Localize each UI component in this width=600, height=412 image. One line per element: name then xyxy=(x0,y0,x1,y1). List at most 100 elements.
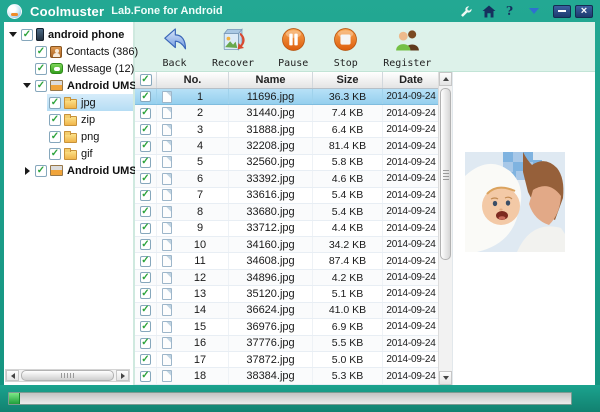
sidebar-item-jpg[interactable]: ✓jpg xyxy=(4,94,133,111)
tree-checkbox[interactable]: ✓ xyxy=(35,80,47,92)
vscroll-thumb[interactable] xyxy=(440,88,451,260)
row-checkbox[interactable]: ✓ xyxy=(140,190,151,201)
scroll-left-button[interactable] xyxy=(6,370,19,381)
row-checkbox[interactable]: ✓ xyxy=(140,288,151,299)
row-checkbox[interactable]: ✓ xyxy=(140,305,151,316)
tree-checkbox[interactable]: ✓ xyxy=(21,29,33,41)
tree-checkbox[interactable]: ✓ xyxy=(49,97,61,109)
sidebar-item-android-phone[interactable]: ✓android phone xyxy=(4,26,133,43)
table-row[interactable]: ✓833680.jpg5.4 KB2014-09-24 xyxy=(135,204,438,220)
table-row[interactable]: ✓1034160.jpg34.2 KB2014-09-24 xyxy=(135,237,438,253)
preview-panel xyxy=(453,72,595,385)
chevron-down-icon[interactable] xyxy=(7,32,19,37)
row-checkbox[interactable]: ✓ xyxy=(140,223,151,234)
table-row[interactable]: ✓633392.jpg4.6 KB2014-09-24 xyxy=(135,171,438,187)
table-row[interactable]: ✓432208.jpg81.4 KB2014-09-24 xyxy=(135,138,438,154)
tree-checkbox[interactable]: ✓ xyxy=(49,131,61,143)
sidebar-item-message-12[interactable]: ✓Message (12) xyxy=(4,60,133,77)
table-row[interactable]: ✓231440.jpg7.4 KB2014-09-24 xyxy=(135,105,438,121)
folder-icon xyxy=(64,116,77,126)
app-window: Coolmuster Lab.Fone for Android ? × ✓and… xyxy=(0,0,600,412)
sidebar-item-zip[interactable]: ✓zip xyxy=(4,111,133,128)
row-checkbox[interactable]: ✓ xyxy=(140,124,151,135)
cell-no: 12 xyxy=(157,270,229,285)
table-row[interactable]: ✓111696.jpg36.3 KB2014-09-24 xyxy=(135,89,438,105)
scroll-right-button[interactable] xyxy=(116,370,129,381)
scroll-down-button[interactable] xyxy=(439,371,452,385)
scroll-up-button[interactable] xyxy=(439,72,452,86)
dropdown-icon[interactable] xyxy=(529,8,539,14)
help-icon[interactable]: ? xyxy=(506,4,513,18)
table-row[interactable]: ✓331888.jpg6.4 KB2014-09-24 xyxy=(135,122,438,138)
row-checkbox-cell: ✓ xyxy=(135,237,157,252)
row-checkbox[interactable]: ✓ xyxy=(140,272,151,283)
table-row[interactable]: ✓1536976.jpg6.9 KB2014-09-24 xyxy=(135,319,438,335)
row-checkbox[interactable]: ✓ xyxy=(140,256,151,267)
table-row[interactable]: ✓1335120.jpg5.1 KB2014-09-24 xyxy=(135,286,438,302)
table-row[interactable]: ✓1234896.jpg4.2 KB2014-09-24 xyxy=(135,270,438,286)
row-checkbox[interactable]: ✓ xyxy=(140,354,151,365)
sidebar-item-contacts-386[interactable]: ✓Contacts (386) xyxy=(4,43,133,60)
col-date-header[interactable]: Date xyxy=(383,72,439,88)
table-vscrollbar[interactable] xyxy=(438,72,452,385)
chevron-right-icon[interactable] xyxy=(21,167,33,175)
select-all-checkbox[interactable]: ✓ xyxy=(140,74,152,86)
sidebar-hscrollbar[interactable] xyxy=(5,369,130,382)
file-icon xyxy=(162,189,172,201)
tree-checkbox[interactable]: ✓ xyxy=(35,165,47,177)
wrench-icon[interactable] xyxy=(459,5,472,18)
minimize-button[interactable] xyxy=(553,5,571,18)
sidebar-item-png[interactable]: ✓png xyxy=(4,128,133,145)
arrow-down-icon xyxy=(443,376,449,380)
col-no-header[interactable]: No. xyxy=(157,72,229,88)
table-row[interactable]: ✓1134608.jpg87.4 KB2014-09-24 xyxy=(135,253,438,269)
sidebar-item-label: gif xyxy=(81,148,93,160)
home-icon[interactable] xyxy=(482,5,496,18)
sidebar-item-android-ums-com[interactable]: ✓Android UMS Com... xyxy=(4,77,133,94)
row-checkbox[interactable]: ✓ xyxy=(140,141,151,152)
pause-button[interactable]: Pause xyxy=(278,26,308,69)
cell-size: 81.4 KB xyxy=(313,138,383,153)
sidebar-item-gif[interactable]: ✓ gif xyxy=(4,145,133,162)
hscroll-thumb[interactable] xyxy=(21,370,114,381)
cell-no: 5 xyxy=(157,155,229,170)
row-checkbox-cell: ✓ xyxy=(135,171,157,186)
row-checkbox[interactable]: ✓ xyxy=(140,91,151,102)
sidebar-item-android-ums-com[interactable]: ✓Android UMS Com... xyxy=(4,162,133,179)
row-checkbox-cell: ✓ xyxy=(135,155,157,170)
row-checkbox[interactable]: ✓ xyxy=(140,157,151,168)
select-all-checkbox-cell[interactable]: ✓ xyxy=(135,72,157,88)
bottom-bar xyxy=(0,385,600,412)
row-checkbox[interactable]: ✓ xyxy=(140,321,151,332)
cell-size: 4.4 KB xyxy=(313,221,383,236)
table-row[interactable]: ✓733616.jpg5.4 KB2014-09-24 xyxy=(135,188,438,204)
table-row[interactable]: ✓532560.jpg5.8 KB2014-09-24 xyxy=(135,155,438,171)
table-row[interactable]: ✓1637776.jpg5.5 KB2014-09-24 xyxy=(135,336,438,352)
recover-button[interactable]: Recover xyxy=(212,26,254,69)
row-checkbox[interactable]: ✓ xyxy=(140,206,151,217)
table-row[interactable]: ✓1737872.jpg5.0 KB2014-09-24 xyxy=(135,352,438,368)
tree-checkbox[interactable]: ✓ xyxy=(49,148,61,160)
row-checkbox[interactable]: ✓ xyxy=(140,108,151,119)
table-row[interactable]: ✓1436624.jpg41.0 KB2014-09-24 xyxy=(135,303,438,319)
cell-size: 41.0 KB xyxy=(313,303,383,318)
cell-no: 17 xyxy=(157,352,229,367)
table-row[interactable]: ✓933712.jpg4.4 KB2014-09-24 xyxy=(135,221,438,237)
register-button[interactable]: Register xyxy=(383,26,431,69)
row-checkbox[interactable]: ✓ xyxy=(140,371,151,382)
tree-checkbox[interactable]: ✓ xyxy=(49,114,61,126)
back-button[interactable]: Back xyxy=(161,26,188,69)
row-checkbox[interactable]: ✓ xyxy=(140,173,151,184)
col-name-header[interactable]: Name xyxy=(229,72,313,88)
row-checkbox[interactable]: ✓ xyxy=(140,239,151,250)
tree-checkbox[interactable]: ✓ xyxy=(35,46,47,58)
cell-date: 2014-09-24 xyxy=(383,270,438,285)
col-size-header[interactable]: Size xyxy=(313,72,383,88)
close-button[interactable]: × xyxy=(575,5,593,18)
cell-date: 2014-09-24 xyxy=(383,336,438,351)
row-checkbox[interactable]: ✓ xyxy=(140,338,151,349)
stop-button[interactable]: Stop xyxy=(332,26,359,69)
chevron-down-icon[interactable] xyxy=(21,83,33,88)
table-row[interactable]: ✓1838384.jpg5.3 KB2014-09-24 xyxy=(135,368,438,384)
tree-checkbox[interactable]: ✓ xyxy=(35,63,47,75)
